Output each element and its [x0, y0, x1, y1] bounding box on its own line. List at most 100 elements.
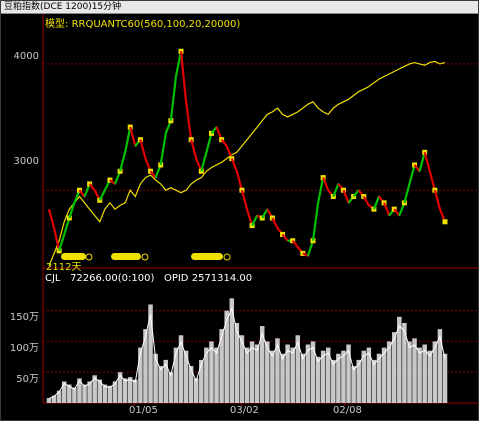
- trend-segment: [139, 139, 147, 159]
- trend-segment: [281, 233, 289, 242]
- volume-bar: [341, 350, 346, 403]
- model-value: RRQUANTC60(560,100,20,20000): [71, 19, 241, 30]
- trend-segment: [291, 240, 299, 248]
- trend-segment: [47, 208, 56, 229]
- trend-segment: [322, 177, 330, 191]
- position-bar: [111, 253, 141, 260]
- volume-bar: [107, 385, 113, 403]
- trend-segment: [235, 170, 243, 191]
- x-date-2: 02/08: [333, 405, 362, 416]
- trend-segment: [205, 133, 213, 153]
- volume-bar: [209, 341, 214, 403]
- indicator-name: CJL: [45, 273, 61, 284]
- trend-segment: [423, 152, 431, 172]
- volume-bar: [280, 353, 285, 403]
- trend-segment: [418, 152, 426, 172]
- indicator-value: 72266.00(0:100): [70, 273, 155, 284]
- trend-segment: [433, 189, 441, 210]
- trend-segment: [98, 189, 106, 201]
- trend-segment: [119, 152, 127, 172]
- y-tick-4000: 4000: [13, 51, 39, 62]
- volume-bar: [442, 353, 448, 403]
- volume-bar: [122, 378, 128, 403]
- position-marker: [223, 253, 231, 261]
- trend-segment: [408, 164, 416, 185]
- volume-bar: [381, 347, 387, 403]
- trend-segment: [179, 51, 188, 102]
- trend-segment: [311, 202, 320, 241]
- trend-segment: [362, 195, 370, 206]
- volume-bar: [351, 366, 356, 403]
- vol-tick-100: 100万: [9, 343, 39, 354]
- position-marker: [85, 253, 93, 261]
- trend-segment: [342, 189, 350, 204]
- trend-segment: [271, 217, 279, 229]
- volume-bar: [82, 384, 87, 403]
- volume-bar: [371, 359, 377, 403]
- trend-segment: [190, 139, 198, 159]
- trend-segment: [230, 158, 238, 172]
- trend-segment: [159, 133, 167, 166]
- vol-tick-50: 50万: [16, 374, 39, 385]
- volume-bar: [331, 359, 336, 403]
- volume-bar: [158, 366, 163, 403]
- volume-bar: [188, 366, 194, 403]
- trend-segment: [220, 138, 228, 147]
- trend-segment: [261, 208, 269, 219]
- trend-segment: [169, 76, 178, 121]
- period-label: 2112天: [46, 262, 82, 273]
- volume-bar: [417, 347, 422, 403]
- volume-bar: [102, 384, 108, 403]
- trend-segment: [88, 183, 96, 191]
- x-date-1: 03/02: [230, 405, 259, 416]
- volume-bar: [249, 341, 255, 403]
- trend-segment: [184, 101, 193, 140]
- x-date-0: 01/05: [129, 405, 158, 416]
- trend-segment: [352, 189, 360, 198]
- volume-bar: [300, 353, 306, 403]
- volume-bar: [183, 350, 189, 403]
- volume-bar: [386, 341, 392, 403]
- trend-segment: [316, 177, 325, 204]
- opid-value: 2571314.00: [191, 273, 253, 284]
- position-marker: [141, 253, 149, 261]
- volume-bar: [173, 347, 179, 403]
- volume-legend: CJL 72266.00(0:100) OPID 2571314.00: [45, 273, 252, 284]
- volume-bar: [320, 350, 326, 403]
- model-legend: 模型: RRQUANTC60(560,100,20,20000): [45, 15, 240, 30]
- volume-bar: [254, 344, 260, 403]
- y-tick-3000: 3000: [13, 156, 39, 167]
- opid-label: OPID: [163, 273, 189, 284]
- volume-bar: [214, 347, 219, 403]
- price-line: [48, 51, 446, 257]
- trend-segment: [428, 170, 436, 191]
- volume-bar: [427, 350, 433, 403]
- volume-bar: [133, 379, 138, 403]
- trend-segment: [200, 152, 208, 172]
- trend-segment: [124, 126, 132, 153]
- signal-marker: [442, 219, 448, 225]
- volume-bar: [346, 344, 351, 403]
- trend-segment: [129, 126, 137, 147]
- volume-bar: [168, 372, 174, 403]
- volume-bar: [270, 350, 275, 403]
- trend-segment: [251, 214, 259, 227]
- vol-tick-150: 150万: [9, 312, 39, 323]
- equity-line: [48, 60, 446, 267]
- volume-bar: [315, 356, 321, 403]
- model-label: 模型:: [45, 19, 69, 30]
- volume-bar: [199, 359, 204, 403]
- volume-bar: [290, 347, 295, 403]
- trend-segment: [332, 183, 340, 197]
- position-bar: [191, 253, 223, 260]
- chart-window: 豆粕指数(DCE 1200)15分钟 模型: RRQUANTC60(560,10…: [0, 0, 479, 421]
- chart-canvas[interactable]: [1, 1, 478, 420]
- volume-bar: [46, 398, 52, 403]
- trend-segment: [383, 202, 391, 216]
- volume-bar: [407, 341, 412, 403]
- trend-segment: [403, 183, 411, 204]
- trend-segment: [372, 196, 381, 210]
- volume-bar: [72, 387, 77, 403]
- trend-segment: [240, 189, 249, 210]
- volume-bar: [127, 377, 133, 403]
